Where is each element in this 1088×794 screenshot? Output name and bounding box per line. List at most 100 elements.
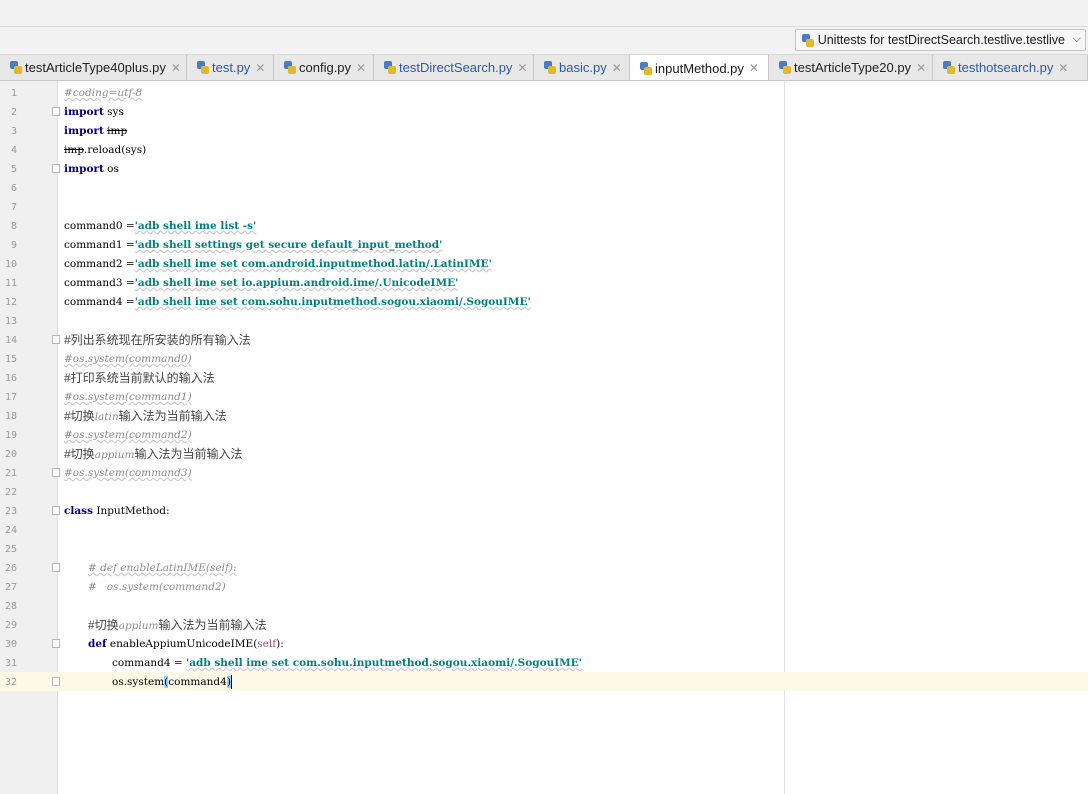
close-icon[interactable]: ✕: [517, 61, 527, 75]
code-line-5[interactable]: 5 import os: [0, 160, 1088, 179]
code-line-20[interactable]: 20 #切换appium输入法为当前输入法: [0, 445, 1088, 464]
code-line-31[interactable]: 31 command4 = 'adb shell ime set com.sohu…: [0, 654, 1088, 673]
comment: #coding=utf-8: [64, 87, 143, 99]
line-number: 15: [4, 354, 17, 365]
close-icon[interactable]: ✕: [356, 61, 366, 75]
line-number: 23: [4, 506, 17, 517]
line-number: 17: [4, 392, 17, 403]
python-file-icon: [10, 61, 22, 74]
tab-label: inputMethod.py: [655, 60, 744, 76]
fold-marker-icon[interactable]: [52, 639, 60, 648]
close-icon[interactable]: ✕: [255, 61, 265, 75]
tab-testhotsearch[interactable]: testhotsearch.py ✕: [933, 55, 1088, 80]
deprecated-module: imp: [107, 125, 128, 137]
code-line-6[interactable]: 6: [0, 179, 1088, 198]
line-number: 21: [4, 468, 17, 479]
line-number: 14: [4, 335, 17, 346]
code-line-16[interactable]: 16 #打印系统当前默认的输入法: [0, 369, 1088, 388]
fold-marker-icon[interactable]: [52, 677, 60, 686]
editor-tab-bar: testArticleType40plus.py ✕ test.py ✕ con…: [0, 55, 1088, 81]
code-line-9[interactable]: 9 command1 ='adb shell settings get secur…: [0, 236, 1088, 255]
fold-marker-icon[interactable]: [52, 506, 60, 515]
tab-basic[interactable]: basic.py ✕: [534, 55, 630, 80]
fold-marker-icon[interactable]: [52, 335, 60, 344]
code-line-17[interactable]: 17 #os.system(command1): [0, 388, 1088, 407]
line-number: 16: [4, 373, 17, 384]
close-icon[interactable]: ✕: [749, 61, 759, 75]
close-icon[interactable]: ✕: [612, 61, 622, 75]
code-line-30[interactable]: 30 def enableAppiumUnicodeIME(self):: [0, 635, 1088, 654]
fold-marker-icon[interactable]: [52, 563, 60, 572]
string-literal: 'adb shell ime set com.sohu.inputmethod.…: [186, 657, 583, 669]
line-number: 1: [10, 88, 17, 99]
line-number: 20: [4, 449, 17, 460]
code-line-12[interactable]: 12 command4 ='adb shell ime set com.sohu.…: [0, 293, 1088, 312]
keyword: import: [64, 163, 104, 175]
code-line-13[interactable]: 13: [0, 312, 1088, 331]
tab-testArticleType20[interactable]: testArticleType20.py ✕: [769, 55, 933, 80]
code-line-14[interactable]: 14 #列出系统现在所安装的所有输入法: [0, 331, 1088, 350]
close-icon[interactable]: ✕: [1058, 61, 1068, 75]
close-icon[interactable]: ✕: [916, 61, 926, 75]
fold-marker-icon[interactable]: [52, 107, 60, 116]
comment: #切换: [88, 618, 119, 632]
comment: appium: [118, 620, 159, 632]
code-line-28[interactable]: 28: [0, 597, 1088, 616]
code-line-2[interactable]: 2 import sys: [0, 103, 1088, 122]
run-configuration-selector[interactable]: Unittests for testDirectSearch.testlive.…: [794, 29, 1086, 51]
line-number: 18: [4, 411, 17, 422]
code-line-15[interactable]: 15 #os.system(command0): [0, 350, 1088, 369]
line-number: 9: [10, 240, 17, 251]
code-line-21[interactable]: 21 #os.system(command3): [0, 464, 1088, 483]
comment: #os.system(command1): [64, 391, 192, 403]
tab-label: testhotsearch.py: [958, 60, 1054, 75]
tab-config[interactable]: config.py ✕: [274, 55, 374, 80]
navigation-bar: Unittests for testDirectSearch.testlive.…: [0, 27, 1088, 55]
code-line-4[interactable]: 4 imp.reload(sys): [0, 141, 1088, 160]
code-line-7[interactable]: 7: [0, 198, 1088, 217]
python-file-icon: [197, 61, 209, 74]
line-number: 6: [10, 183, 17, 194]
keyword: import: [64, 106, 104, 118]
code-line-8[interactable]: 8 command0 ='adb shell ime list -s': [0, 217, 1088, 236]
code-line-18[interactable]: 18 #切换latin输入法为当前输入法: [0, 407, 1088, 426]
comment: appium: [94, 449, 135, 461]
fold-marker-icon[interactable]: [52, 164, 60, 173]
code-line-32[interactable]: 32 os.system(command4): [0, 673, 1088, 692]
comment: 输入法为当前输入法: [118, 409, 227, 423]
tab-inputMethod[interactable]: inputMethod.py ✕: [630, 55, 769, 80]
code-line-29[interactable]: 29 #切换appium输入法为当前输入法: [0, 616, 1088, 635]
code-line-3[interactable]: 3 import imp: [0, 122, 1088, 141]
code-text: command1 =: [64, 239, 135, 251]
code-line-1[interactable]: 1 #coding=utf-8: [0, 84, 1088, 103]
comment: # def enableLatinIME(self):: [88, 562, 237, 574]
code-line-22[interactable]: 22: [0, 483, 1088, 502]
line-number: 5: [10, 164, 17, 175]
self-parameter: self: [257, 638, 277, 650]
line-number: 2: [10, 107, 17, 118]
comment: #os.system(command2): [64, 429, 192, 441]
tab-testArticleType40plus[interactable]: testArticleType40plus.py ✕: [0, 55, 187, 80]
code-text: command4 =: [112, 657, 187, 669]
line-number: 32: [4, 677, 17, 688]
run-configuration-label: Unittests for testDirectSearch.testlive.…: [817, 33, 1065, 47]
tab-label: testDirectSearch.py: [399, 60, 513, 75]
code-line-10[interactable]: 10 command2 ='adb shell ime set com.andro…: [0, 255, 1088, 274]
code-line-25[interactable]: 25: [0, 540, 1088, 559]
code-line-19[interactable]: 19 #os.system(command2): [0, 426, 1088, 445]
close-icon[interactable]: ✕: [171, 61, 181, 75]
code-line-26[interactable]: 26 # def enableLatinIME(self):: [0, 559, 1088, 578]
chevron-down-icon[interactable]: ⌵: [1073, 33, 1081, 46]
code-line-23[interactable]: 23 class InputMethod:: [0, 502, 1088, 521]
comment: #打印系统当前默认的输入法: [64, 371, 215, 385]
comment: #列出系统现在所安装的所有输入法: [64, 333, 251, 347]
code-line-27[interactable]: 27 # os.system(command2): [0, 578, 1088, 597]
fold-marker-icon[interactable]: [52, 468, 60, 477]
deprecated-module: imp: [64, 144, 85, 156]
code-editor[interactable]: 1 #coding=utf-8 2 import sys 3 import imp 4…: [0, 81, 1088, 794]
tab-test[interactable]: test.py ✕: [187, 55, 274, 80]
tab-testDirectSearch[interactable]: testDirectSearch.py ✕: [374, 55, 534, 80]
code-line-24[interactable]: 24: [0, 521, 1088, 540]
string-literal: 'adb shell settings get secure default_i…: [134, 239, 443, 251]
code-line-11[interactable]: 11 command3 ='adb shell ime set io.appium…: [0, 274, 1088, 293]
